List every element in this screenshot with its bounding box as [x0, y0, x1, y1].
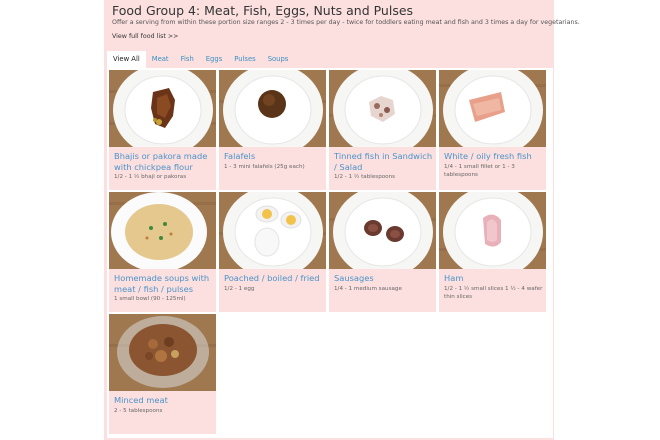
page-subtitle: Offer a serving from within these portio… [112, 19, 580, 26]
tab-soups[interactable]: Soups [262, 51, 295, 68]
food-name: White / oily fresh fish [444, 151, 532, 161]
tab-meat[interactable]: Meat [146, 51, 175, 68]
food-portion: 1/4 - 1 medium sausage [334, 286, 402, 292]
food-name: Minced meat [114, 395, 168, 405]
food-portion: 1/2 - 1 ½ tablespoons [334, 174, 396, 180]
food-card-minced-meat[interactable]: Minced meat 2 - 5 tablespoons [109, 314, 216, 434]
food-portion: 1 - 3 mini falafels (25g each) [224, 164, 305, 170]
food-portion: 1 small bowl (90 - 125ml) [114, 296, 186, 302]
egg-photo-icon [219, 192, 326, 269]
soup-photo-icon [109, 192, 216, 269]
food-card-falafels[interactable]: Falafels 1 - 3 mini falafels (25g each) [219, 70, 326, 190]
food-name: Falafels [224, 151, 256, 161]
tab-view-all[interactable]: View All [107, 51, 146, 68]
food-card-ham[interactable]: Ham 1/2 - 1 ½ small slices 1 ½ - 4 wafer… [439, 192, 546, 312]
food-portion: 1/2 - 1 ½ bhaji or pakoras [114, 174, 187, 180]
food-card-bhajis[interactable]: Bhajis or pakora made with chickpea flou… [109, 70, 216, 190]
tab-fish[interactable]: Fish [175, 51, 200, 68]
tinned-fish-photo-icon [329, 70, 436, 147]
page-title: Food Group 4: Meat, Fish, Eggs, Nuts and… [112, 3, 414, 18]
food-portion: 2 - 5 tablespoons [114, 408, 163, 414]
bhaji-photo-icon [109, 70, 216, 147]
food-name: Homemade soups with meat / fish / pulses [114, 273, 210, 294]
ham-photo-icon [439, 192, 546, 269]
food-name: Poached / boiled / fried [224, 273, 320, 283]
falafel-photo-icon [219, 70, 326, 147]
food-name: Sausages [334, 273, 374, 283]
food-card-tinned-fish[interactable]: Tinned fish in Sandwich / Salad 1/2 - 1 … [329, 70, 436, 190]
food-name: Tinned fish in Sandwich / Salad [334, 151, 433, 172]
fresh-fish-photo-icon [439, 70, 546, 147]
food-card-fresh-fish[interactable]: White / oily fresh fish 1/4 - 1 small fi… [439, 70, 546, 190]
food-portion: 1/2 - 1 ½ small slices 1 ½ - 4 wafer thi… [444, 286, 543, 300]
minced-meat-photo-icon [109, 314, 216, 391]
food-card-sausages[interactable]: Sausages 1/4 - 1 medium sausage [329, 192, 436, 312]
tab-pulses[interactable]: Pulses [228, 51, 261, 68]
food-group-panel: Food Group 4: Meat, Fish, Eggs, Nuts and… [104, 0, 580, 440]
food-card-soups[interactable]: Homemade soups with meat / fish / pulses… [109, 192, 216, 312]
category-tabs: View All Meat Fish Eggs Pulses Soups [107, 51, 294, 68]
food-grid: Bhajis or pakora made with chickpea flou… [107, 68, 553, 438]
food-portion: 1/2 - 1 egg [224, 286, 255, 292]
food-portion: 1/4 - 1 small fillet or 1 - 3 tablespoon… [444, 164, 515, 178]
food-name: Bhajis or pakora made with chickpea flou… [114, 151, 208, 172]
tab-eggs[interactable]: Eggs [200, 51, 228, 68]
sausage-photo-icon [329, 192, 436, 269]
food-card-eggs[interactable]: Poached / boiled / fried 1/2 - 1 egg [219, 192, 326, 312]
view-full-food-list-link[interactable]: View full food list >> [112, 33, 178, 40]
food-name: Ham [444, 273, 464, 283]
